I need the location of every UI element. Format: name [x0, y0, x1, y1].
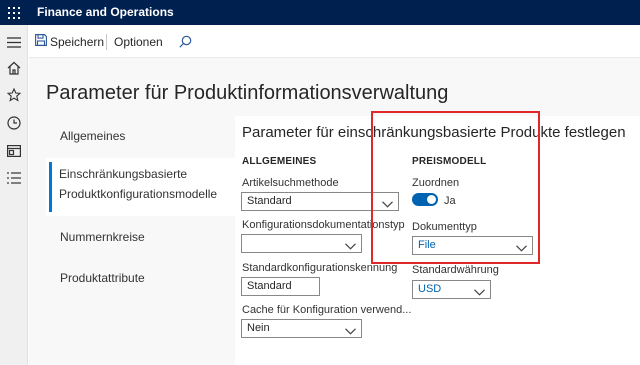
options-label: Optionen	[114, 34, 163, 49]
save-button[interactable]: Speichern	[35, 25, 104, 58]
cache-konfiguration-select[interactable]: Nein	[241, 319, 362, 338]
cache-konfiguration-label: Cache für Konfiguration verwend...	[242, 304, 412, 316]
content-area: Parameter für Produktinformationsverwalt…	[29, 58, 640, 365]
group-header-preismodell: PREISMODELL	[412, 156, 487, 167]
tab-label: Produktattribute	[60, 271, 145, 285]
save-label: Speichern	[50, 34, 105, 49]
artikelsuchmethode-label: Artikelsuchmethode	[242, 177, 339, 189]
options-button[interactable]: Optionen	[114, 25, 163, 58]
home-icon[interactable]	[0, 55, 28, 81]
tab-nummernkreise[interactable]: Nummernkreise	[47, 227, 235, 247]
dokumenttyp-select[interactable]: File	[412, 236, 533, 255]
clock-icon[interactable]	[0, 110, 28, 136]
save-icon	[35, 34, 47, 49]
standardwaehrung-label: Standardwährung	[412, 264, 499, 276]
section-title: Parameter für einschränkungsbasierte Pro…	[242, 124, 626, 141]
action-bar: Speichern Optionen	[29, 25, 640, 58]
waffle-icon[interactable]	[0, 0, 28, 25]
tab-einschraenkungsbasierte-produktkonfigurationsmodelle[interactable]: Einschränkungsbasierte Produktkonfigurat…	[46, 158, 235, 216]
toolbar-divider	[106, 34, 107, 50]
left-navigation	[0, 25, 28, 365]
dokumenttyp-value: File	[418, 239, 436, 251]
chevron-down-icon	[516, 241, 527, 258]
workspace-icon[interactable]	[0, 138, 28, 164]
search-icon[interactable]	[179, 25, 192, 58]
konfigurationsdokumentationstyp-label: Konfigurationsdokumentationstyp	[242, 219, 405, 231]
cache-konfiguration-value: Nein	[247, 322, 270, 334]
dokumenttyp-label: Dokumenttyp	[412, 221, 477, 233]
konfigurationsdokumentationstyp-select[interactable]	[241, 234, 362, 253]
zuordnen-value: Ja	[444, 195, 456, 207]
standardkonfigurationskennung-input[interactable]: Standard	[241, 277, 320, 296]
standardkonfigurationskennung-value: Standard	[247, 280, 292, 292]
page-title: Parameter für Produktinformationsverwalt…	[46, 82, 449, 104]
star-icon[interactable]	[0, 82, 28, 108]
tab-label: Allgemeines	[60, 129, 126, 143]
tab-label-line2: Produktkonfigurationsmodelle	[59, 187, 218, 201]
tab-label: Nummernkreise	[60, 230, 145, 244]
chevron-down-icon	[474, 285, 485, 302]
artikelsuchmethode-select[interactable]: Standard	[241, 192, 399, 211]
tab-produktattribute[interactable]: Produktattribute	[47, 268, 235, 288]
standardkonfigurationskennung-label: Standardkonfigurationskennung	[242, 262, 398, 274]
top-bar: Finance and Operations	[0, 0, 640, 25]
chevron-down-icon	[345, 324, 356, 341]
toggle-knob	[427, 195, 436, 204]
tab-label-line1: Einschränkungsbasierte	[59, 167, 188, 181]
artikelsuchmethode-value: Standard	[247, 195, 292, 207]
list-icon[interactable]	[0, 165, 28, 191]
hamburger-icon[interactable]	[0, 29, 28, 55]
standardwaehrung-select[interactable]: USD	[412, 280, 491, 299]
chevron-down-icon	[345, 239, 356, 256]
zuordnen-toggle[interactable]	[412, 193, 438, 206]
tab-allgemeines[interactable]: Allgemeines	[47, 126, 235, 146]
chevron-down-icon	[382, 197, 393, 214]
group-header-allgemeines: ALLGEMEINES	[242, 156, 317, 167]
zuordnen-label: Zuordnen	[412, 177, 460, 189]
parameter-panel: Parameter für einschränkungsbasierte Pro…	[235, 116, 640, 365]
standardwaehrung-value: USD	[418, 283, 442, 295]
app-title[interactable]: Finance and Operations	[37, 6, 174, 19]
